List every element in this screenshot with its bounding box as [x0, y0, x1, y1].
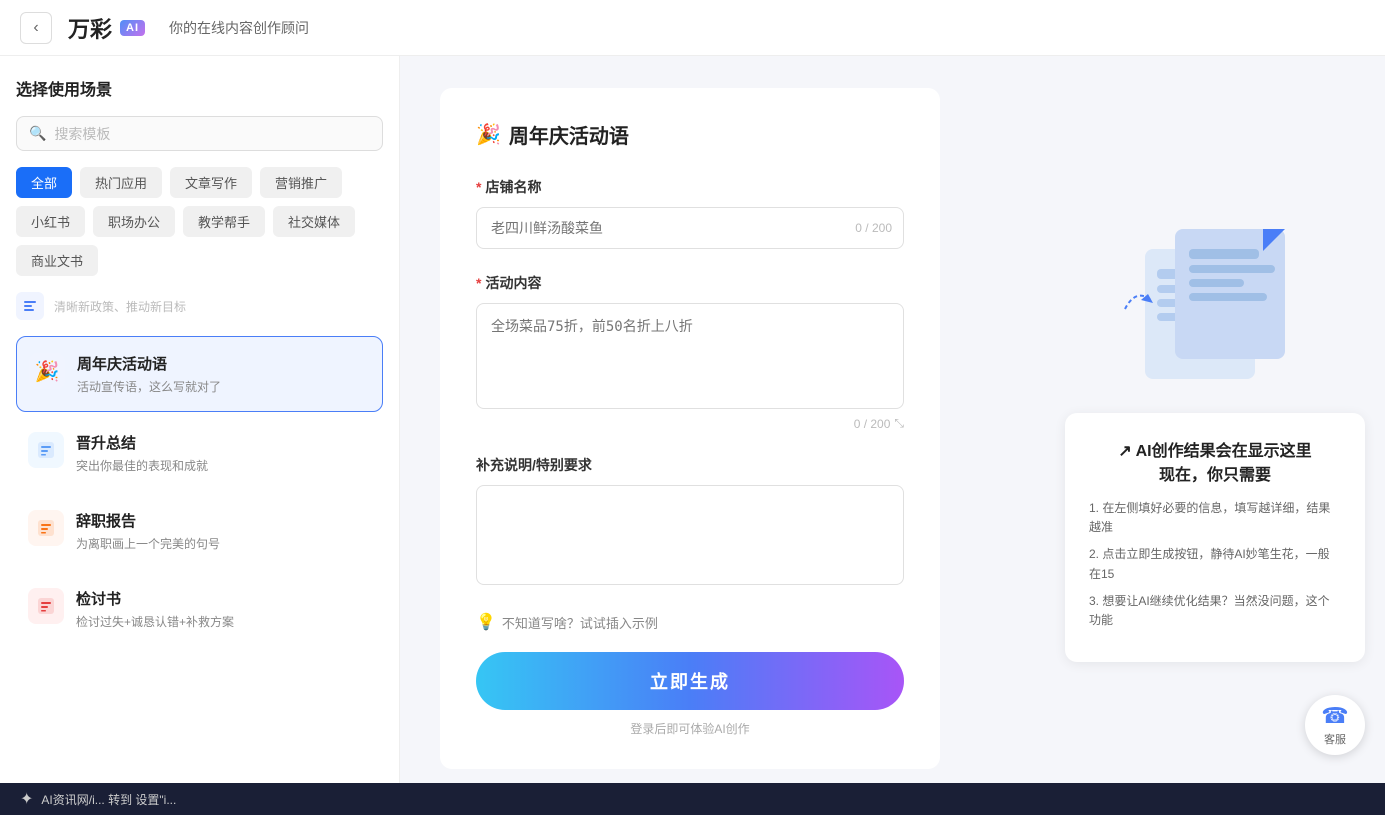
supplement-input[interactable] [476, 485, 904, 585]
required-star-shop: * [476, 179, 481, 195]
tag-marketing[interactable]: 营销推广 [260, 167, 342, 198]
supplement-label-text: 补充说明/特别要求 [476, 455, 592, 475]
bottom-bar-logo: ✦ [20, 789, 33, 809]
search-box: 🔍 [16, 116, 383, 151]
divider-icon [16, 292, 44, 320]
shop-name-input-wrap: 0 / 200 [476, 207, 904, 249]
form-title: 🎉 周年庆活动语 [476, 120, 904, 149]
activity-textarea-wrap: 0 / 200 ⤡ [476, 303, 904, 431]
activity-content-label: * 活动内容 [476, 273, 904, 293]
illustration-svg [1115, 209, 1315, 389]
tag-office[interactable]: 职场办公 [93, 206, 175, 237]
illustration [1115, 209, 1315, 389]
form-panel: 🎉 周年庆活动语 * 店铺名称 0 / 200 * 活动内容 [440, 88, 940, 769]
shop-name-input[interactable] [476, 207, 904, 249]
list-item-title-review: 检讨书 [76, 588, 371, 609]
logo-area: 万彩 AI [68, 12, 145, 44]
list-item-desc-review: 检讨过失+诚恳认错+补救方案 [76, 613, 371, 630]
list-item-promotion[interactable]: 晋升总结 突出你最佳的表现和成就 [16, 416, 383, 490]
tag-article[interactable]: 文章写作 [170, 167, 252, 198]
resize-icon: ⤡ [894, 416, 904, 431]
bottom-bar: ✦ AI资讯网/i... 转到 设置"i... [0, 783, 1385, 815]
tag-social[interactable]: 社交媒体 [273, 206, 355, 237]
list-item-title-promotion: 晋升总结 [76, 432, 371, 453]
list-item-icon-review [28, 588, 64, 624]
list-item-desc-promotion: 突出你最佳的表现和成就 [76, 457, 371, 474]
back-button[interactable]: ‹ [20, 12, 52, 44]
info-arrow-icon: ↗ [1118, 443, 1131, 460]
activity-content-group: * 活动内容 0 / 200 ⤡ [476, 273, 904, 431]
tag-hot[interactable]: 热门应用 [80, 167, 162, 198]
required-star-activity: * [476, 275, 481, 291]
customer-service-button[interactable]: ☎ 客服 [1305, 695, 1365, 755]
cs-icon: ☎ [1321, 703, 1348, 729]
info-item-3: 3. 想要让AI继续优化结果？当然没问题，这个功能 [1089, 592, 1341, 630]
info-item-1: 1. 在左侧填好必要的信息，填写越详细，结果越准 [1089, 499, 1341, 537]
login-hint: 登录后即可体验AI创作 [476, 720, 904, 737]
list-item-icon-anniversary: 🎉 [29, 353, 65, 389]
search-input[interactable] [54, 126, 370, 142]
list-item-resignation[interactable]: 辞职报告 为离职画上一个完美的句号 [16, 494, 383, 568]
shop-name-group: * 店铺名称 0 / 200 [476, 177, 904, 249]
info-item-2: 2. 点击立即生成按钮，静待AI妙笔生花，一般在15 [1089, 545, 1341, 583]
info-card-title-text: AI创作结果会在显示这里 [1136, 443, 1312, 460]
app-header: ‹ 万彩 AI 你的在线内容创作顾问 [0, 0, 1385, 56]
section-divider: 清晰新政策、推动新目标 [16, 284, 383, 328]
tag-teaching[interactable]: 教学帮手 [183, 206, 265, 237]
tag-all[interactable]: 全部 [16, 167, 72, 198]
form-title-text: 周年庆活动语 [509, 120, 629, 149]
logo-text: 万彩 [68, 12, 112, 44]
info-card-title: ↗ AI创作结果会在显示这里 现在，你只需要 [1089, 437, 1341, 485]
generate-button-label: 立即生成 [650, 672, 730, 692]
form-title-icon: 🎉 [476, 122, 501, 147]
cs-label: 客服 [1324, 731, 1346, 747]
list-item-icon-resignation [28, 510, 64, 546]
hint-link[interactable]: 不知道写啥？试试插入示例 [502, 613, 658, 632]
supplement-group: 补充说明/特别要求 [476, 455, 904, 588]
activity-content-input[interactable] [476, 303, 904, 409]
shop-name-char-count: 0 / 200 [855, 221, 892, 235]
tags-row-2: 小红书 职场办公 教学帮手 社交媒体 [16, 206, 383, 237]
header-subtitle: 你的在线内容创作顾问 [169, 18, 309, 38]
list-item-icon-promotion [28, 432, 64, 468]
shop-name-label-text: 店铺名称 [485, 177, 541, 197]
back-icon: ‹ [33, 19, 38, 37]
sidebar-title: 选择使用场景 [16, 76, 383, 100]
list-item-desc-resignation: 为离职画上一个完美的句号 [76, 535, 371, 552]
shop-name-label: * 店铺名称 [476, 177, 904, 197]
activity-textarea-footer: 0 / 200 ⤡ [476, 416, 904, 431]
hint-row: 💡 不知道写啥？试试插入示例 [476, 612, 904, 632]
list-item-desc-anniversary: 活动宣传语，这么写就对了 [77, 378, 370, 395]
tags-row-1: 全部 热门应用 文章写作 营销推广 [16, 167, 383, 198]
list-item-title-resignation: 辞职报告 [76, 510, 371, 531]
hint-icon: 💡 [476, 612, 496, 632]
logo-ai-badge: AI [120, 20, 145, 36]
main-layout: 选择使用场景 🔍 全部 热门应用 文章写作 营销推广 小红书 职场办公 教学帮手… [0, 56, 1385, 815]
list-item-review[interactable]: 检讨书 检讨过失+诚恳认错+补救方案 [16, 572, 383, 646]
list-item-title-anniversary: 周年庆活动语 [77, 353, 370, 374]
supplement-label: 补充说明/特别要求 [476, 455, 904, 475]
divider-text: 清晰新政策、推动新目标 [54, 298, 186, 315]
list-item-anniversary[interactable]: 🎉 周年庆活动语 活动宣传语，这么写就对了 [16, 336, 383, 412]
main-content: 🎉 周年庆活动语 * 店铺名称 0 / 200 * 活动内容 [400, 56, 1045, 815]
search-icon: 🔍 [29, 125, 46, 142]
activity-content-label-text: 活动内容 [485, 273, 541, 293]
list-item-info-review: 检讨书 检讨过失+诚恳认错+补救方案 [76, 588, 371, 630]
bottom-bar-text: AI资讯网/i... 转到 设置"i... [41, 791, 176, 808]
list-item-info-anniversary: 周年庆活动语 活动宣传语，这么写就对了 [77, 353, 370, 395]
sidebar: 选择使用场景 🔍 全部 热门应用 文章写作 营销推广 小红书 职场办公 教学帮手… [0, 56, 400, 815]
tags-row-3: 商业文书 [16, 245, 383, 276]
list-item-info-resignation: 辞职报告 为离职画上一个完美的句号 [76, 510, 371, 552]
generate-button[interactable]: 立即生成 [476, 652, 904, 710]
info-card: ↗ AI创作结果会在显示这里 现在，你只需要 1. 在左侧填好必要的信息，填写越… [1065, 413, 1365, 662]
activity-char-count: 0 / 200 [854, 417, 891, 431]
list-item-info-promotion: 晋升总结 突出你最佳的表现和成就 [76, 432, 371, 474]
tag-business[interactable]: 商业文书 [16, 245, 98, 276]
tag-xiaohongshu[interactable]: 小红书 [16, 206, 85, 237]
info-card-subtitle: 现在，你只需要 [1159, 467, 1271, 484]
